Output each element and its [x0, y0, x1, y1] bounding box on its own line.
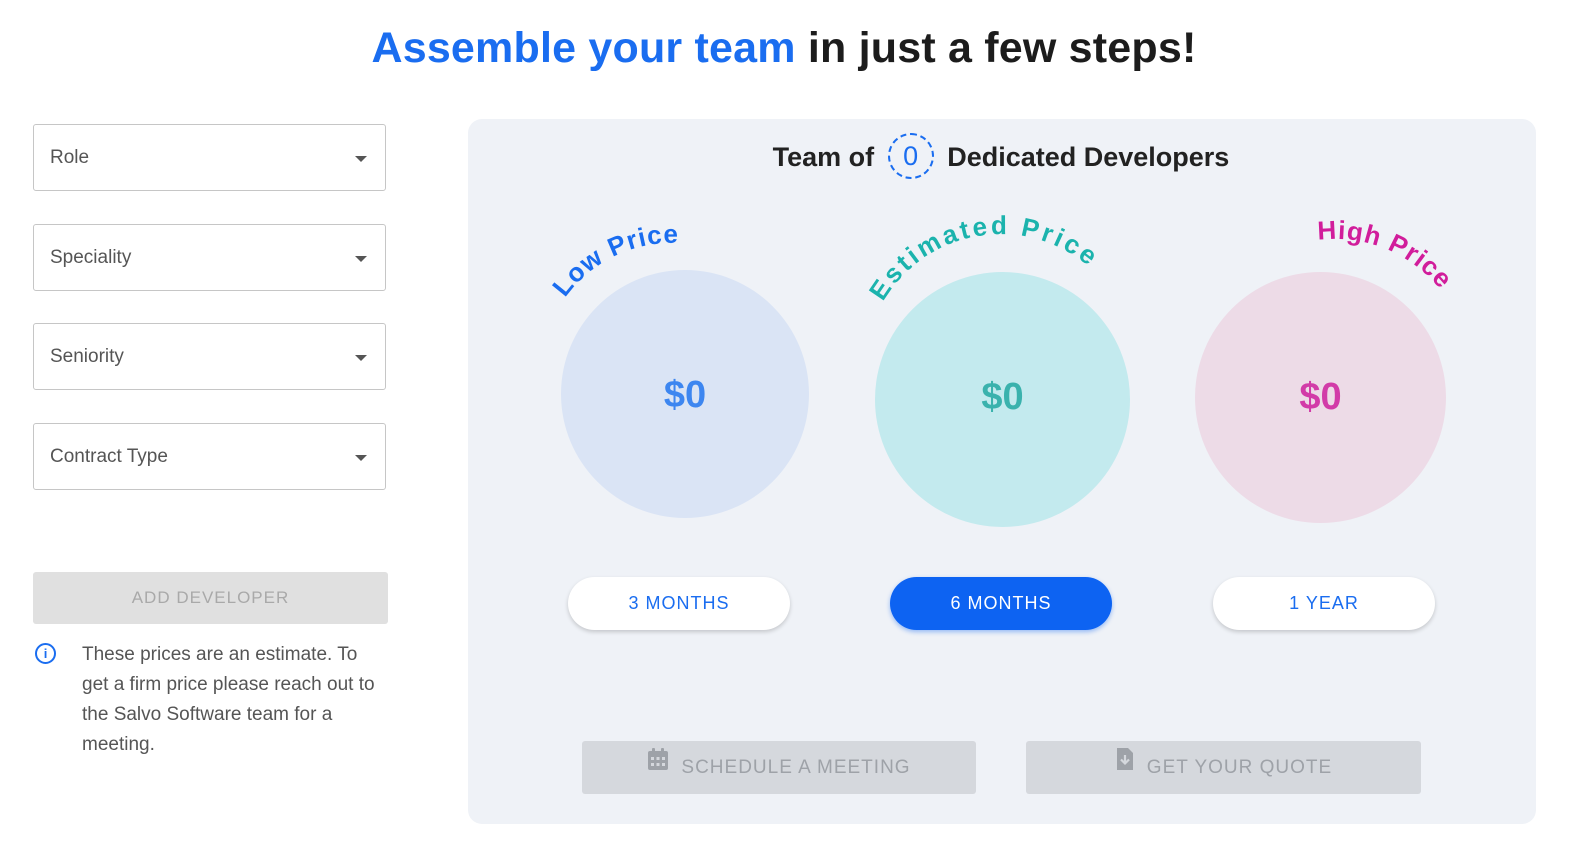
download-icon	[1115, 739, 1135, 792]
get-quote-label: GET YOUR QUOTE	[1146, 757, 1333, 778]
calendar-icon	[647, 739, 669, 792]
team-size-heading: Team of 0 Dedicated Developers	[0, 133, 1575, 182]
get-quote-button[interactable]: GET YOUR QUOTE	[1026, 741, 1421, 794]
chevron-down-icon	[355, 355, 367, 361]
chevron-down-icon	[355, 256, 367, 262]
info-icon: i	[35, 643, 56, 664]
speciality-select-label: Speciality	[50, 247, 132, 268]
estimated-price-bubble: $0	[875, 272, 1130, 527]
high-price-bubble: $0	[1195, 272, 1446, 523]
add-developer-button[interactable]: ADD DEVELOPER	[33, 572, 388, 624]
estimate-note: These prices are an estimate. To get a f…	[82, 644, 375, 755]
page-title-accent: Assemble your team	[371, 24, 796, 72]
contract-type-select-label: Contract Type	[50, 446, 168, 467]
schedule-meeting-button[interactable]: SCHEDULE A MEETING	[582, 741, 976, 794]
seniority-select-label: Seniority	[50, 346, 124, 367]
team-count: 0	[903, 141, 919, 171]
schedule-meeting-label: SCHEDULE A MEETING	[681, 757, 911, 778]
team-suffix: Dedicated Developers	[947, 142, 1230, 173]
period-3-months-button[interactable]: 3 MONTHS	[568, 577, 790, 630]
seniority-select[interactable]: Seniority	[33, 323, 386, 390]
speciality-select[interactable]: Speciality	[33, 224, 386, 291]
team-count-badge: 0	[887, 133, 934, 179]
team-prefix: Team of	[772, 142, 875, 173]
page-title: Assemble your team in just a few steps!	[0, 24, 1568, 73]
page-title-rest: in just a few steps!	[807, 24, 1197, 72]
period-6-months-button[interactable]: 6 MONTHS	[890, 577, 1112, 630]
contract-type-select[interactable]: Contract Type	[33, 423, 386, 490]
chevron-down-icon	[355, 455, 367, 461]
period-1-year-button[interactable]: 1 YEAR	[1213, 577, 1435, 630]
low-price-bubble: $0	[561, 270, 809, 518]
